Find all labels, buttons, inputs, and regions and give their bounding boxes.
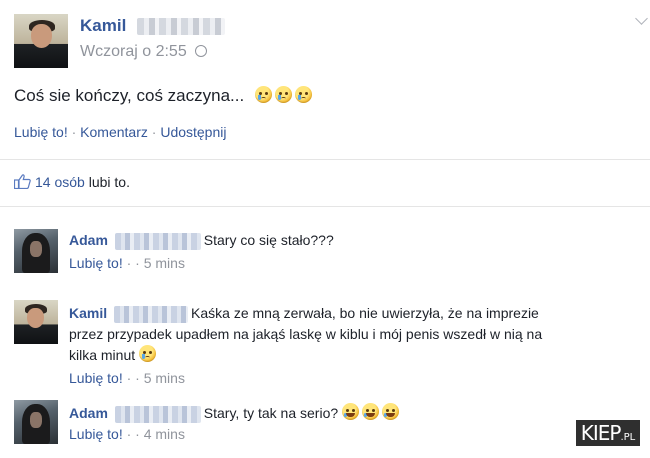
- likes-count-link[interactable]: 14 osób: [35, 174, 85, 190]
- comment-time[interactable]: · 5 mins: [135, 255, 185, 271]
- laughing-emoji-icon: [382, 403, 400, 420]
- kiep-watermark-logo: KIEP.PL: [576, 420, 640, 446]
- comment-item: Adam Stary co się stało???: [69, 232, 629, 250]
- redacted-surname: [114, 405, 201, 423]
- comment-avatar-adam[interactable]: [14, 400, 58, 444]
- thumbs-up-icon: [13, 174, 31, 190]
- share-link[interactable]: Udostępnij: [160, 124, 226, 140]
- comment-like-link[interactable]: Lubię to!: [69, 255, 123, 271]
- comment-avatar-kamil[interactable]: [14, 300, 58, 344]
- crying-emoji-icon: [274, 86, 292, 103]
- comment-like-link[interactable]: Lubię to!: [69, 426, 123, 442]
- comment-time[interactable]: · 4 mins: [135, 426, 185, 442]
- comment-avatar-adam[interactable]: [14, 229, 58, 273]
- comment-text: Stary, ty tak na serio?: [203, 405, 339, 421]
- redacted-surname: [114, 305, 189, 323]
- like-link[interactable]: Lubię to!: [14, 124, 68, 140]
- crying-emoji-icon: [139, 345, 157, 362]
- comment-author[interactable]: Adam: [69, 232, 108, 248]
- redacted-surname: [137, 18, 226, 36]
- separator: ·: [151, 124, 157, 140]
- comment-text-line: kilka minut: [69, 347, 136, 363]
- divider: [0, 159, 650, 160]
- comment-item: Kamil Kaśka ze mną zerwała, bo nie uwier…: [69, 303, 639, 366]
- post-timestamp[interactable]: Wczoraj o 2:55: [80, 43, 187, 60]
- comment-like-link[interactable]: Lubię to!: [69, 370, 123, 386]
- post-options-chevron-icon[interactable]: [635, 12, 648, 25]
- post-text: Coś sie kończy, coś zaczyna...: [14, 86, 245, 105]
- divider: [0, 206, 650, 207]
- comment-text-line: przez przypadek upadłem na jakąś laskę w…: [69, 326, 543, 342]
- watermark-main: KIEP: [580, 421, 622, 445]
- likes-suffix: lubi to.: [88, 174, 130, 190]
- comment-text: Stary co się stało???: [203, 232, 334, 248]
- crying-emoji-icon: [294, 86, 312, 103]
- comment-author[interactable]: Adam: [69, 405, 108, 421]
- redacted-surname: [114, 232, 201, 250]
- comment-text-line: Kaśka ze mną zerwała, bo nie uwierzyła, …: [191, 305, 539, 321]
- separator: ·: [126, 370, 132, 386]
- comment-time[interactable]: · 5 mins: [135, 370, 185, 386]
- laughing-emoji-icon: [342, 403, 360, 420]
- globe-icon: [195, 45, 208, 57]
- laughing-emoji-icon: [362, 403, 380, 420]
- comment-item: Adam Stary, ty tak na serio?: [69, 403, 629, 423]
- separator: ·: [126, 426, 132, 442]
- watermark-suffix: .PL: [620, 432, 636, 443]
- post-author-name[interactable]: Kamil: [80, 16, 126, 35]
- post-author-avatar[interactable]: [14, 14, 68, 68]
- comment-author[interactable]: Kamil: [69, 305, 107, 321]
- separator: ·: [126, 255, 132, 271]
- separator: ·: [71, 124, 77, 140]
- comment-link[interactable]: Komentarz: [80, 124, 148, 140]
- crying-emoji-icon: [254, 86, 272, 103]
